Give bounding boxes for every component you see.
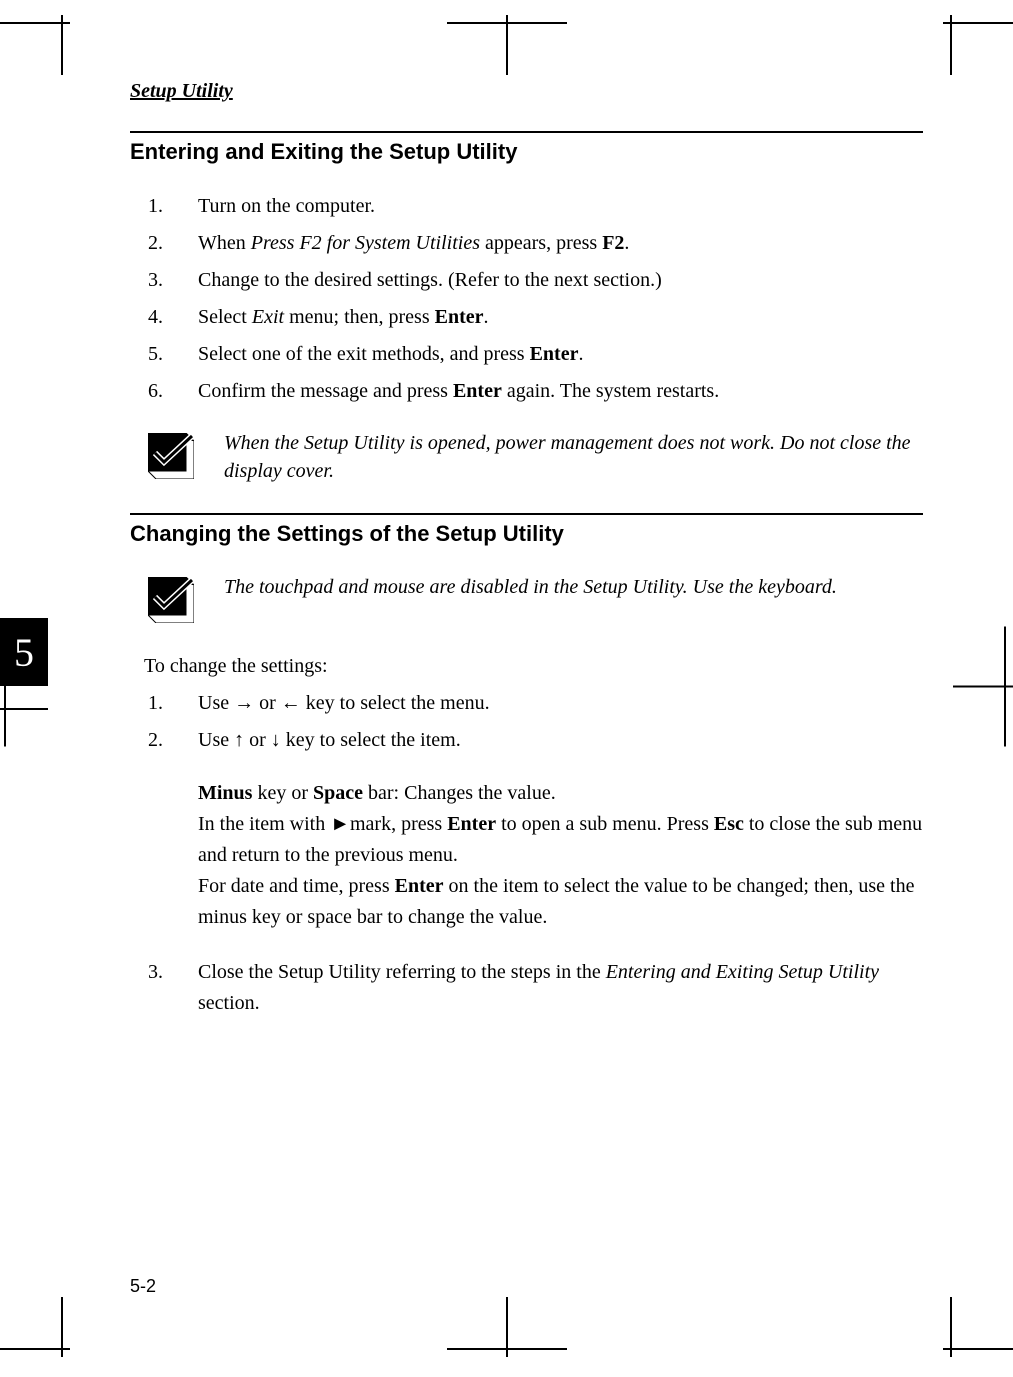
step-text: When Press F2 for System Utilities appea… — [198, 228, 923, 259]
list-item: 1. Turn on the computer. — [130, 191, 923, 222]
step-number: 2. — [130, 725, 198, 756]
step-number: 3. — [130, 957, 198, 1019]
step-text: Close the Setup Utility referring to the… — [198, 957, 923, 1019]
steps-list: 1. Use → or ← key to select the menu. 2.… — [130, 688, 923, 756]
chapter-tab: 5 — [0, 618, 48, 686]
crop-mark-icon — [447, 15, 567, 90]
step-text: Change to the desired settings. (Refer t… — [198, 265, 923, 296]
step-number: 1. — [130, 688, 198, 719]
checkmark-note-icon — [148, 577, 194, 623]
list-item: 5. Select one of the exit methods, and p… — [130, 339, 923, 370]
step-number: 1. — [130, 191, 198, 222]
crop-mark-icon — [943, 626, 1013, 751]
triangle-right-icon: ► — [330, 813, 350, 835]
crop-mark-icon — [447, 1287, 567, 1362]
crop-mark-icon — [0, 1287, 80, 1362]
crop-mark-icon — [0, 15, 80, 90]
checkmark-note-icon — [148, 433, 194, 479]
note-text: When the Setup Utility is opened, power … — [224, 429, 923, 485]
list-item: 1. Use → or ← key to select the menu. — [130, 688, 923, 719]
section-heading: Changing the Settings of the Setup Utili… — [130, 513, 923, 547]
steps-list: 3. Close the Setup Utility referring to … — [130, 957, 923, 1019]
crop-mark-icon — [933, 15, 1013, 90]
step-text: Confirm the message and press Enter agai… — [198, 376, 923, 407]
steps-list: 1. Turn on the computer. 2. When Press F… — [130, 191, 923, 407]
crop-mark-icon — [933, 1287, 1013, 1362]
list-item: 3. Change to the desired settings. (Refe… — [130, 265, 923, 296]
list-item: 4. Select Exit menu; then, press Enter. — [130, 302, 923, 333]
step-number: 5. — [130, 339, 198, 370]
step-text: Select one of the exit methods, and pres… — [198, 339, 923, 370]
list-item: 6. Confirm the message and press Enter a… — [130, 376, 923, 407]
note-callout: When the Setup Utility is opened, power … — [148, 429, 923, 485]
list-item: 2. When Press F2 for System Utilities ap… — [130, 228, 923, 259]
step-text: Use ↑ or ↓ key to select the item. — [198, 725, 923, 756]
step-number: 3. — [130, 265, 198, 296]
list-item: 2. Use ↑ or ↓ key to select the item. — [130, 725, 923, 756]
step-text: Turn on the computer. — [198, 191, 923, 222]
step-text: Use → or ← key to select the menu. — [198, 688, 923, 719]
note-text: The touchpad and mouse are disabled in t… — [224, 573, 923, 601]
section-heading: Entering and Exiting the Setup Utility — [130, 131, 923, 165]
step-text: Select Exit menu; then, press Enter. — [198, 302, 923, 333]
tab-tick-mark — [0, 708, 48, 710]
page-number: 5-2 — [130, 1276, 156, 1297]
info-block: Minus key or Space bar: Changes the valu… — [198, 778, 923, 933]
list-item: 3. Close the Setup Utility referring to … — [130, 957, 923, 1019]
running-head: Setup Utility — [130, 80, 923, 103]
step-number: 6. — [130, 376, 198, 407]
page-content: Setup Utility Entering and Exiting the S… — [130, 80, 923, 1297]
step-number: 2. — [130, 228, 198, 259]
intro-text: To change the settings: — [144, 651, 923, 682]
note-callout: The touchpad and mouse are disabled in t… — [148, 573, 923, 623]
step-number: 4. — [130, 302, 198, 333]
